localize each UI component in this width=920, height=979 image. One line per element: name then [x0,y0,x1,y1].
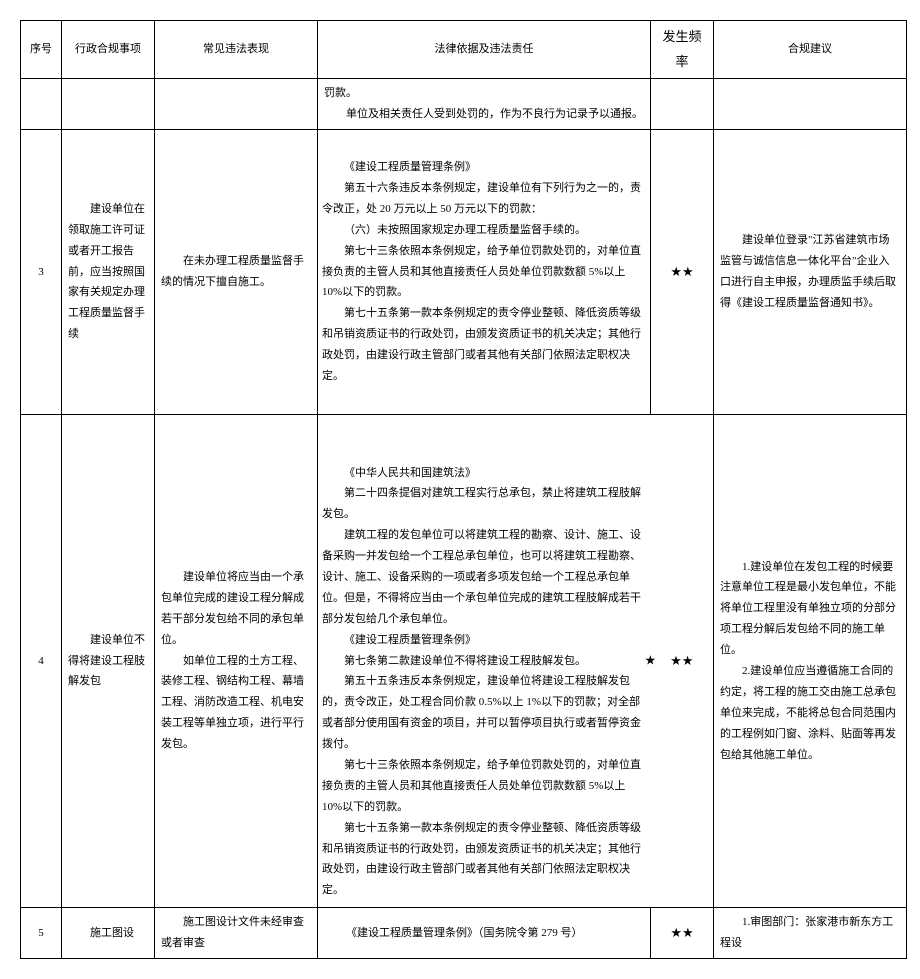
legal-line: 单位及相关责任人受到处罚的，作为不良行为记录予以通报。 [324,104,644,125]
cell-suggest: 1.建设单位在发包工程的时候要注意单位工程是最小发包单位，不能将单位工程里没有单… [714,414,907,907]
header-violation: 常见违法表现 [155,21,318,79]
legal-line: 第七十五条第一款本条例规定的责令停业整顿、降低资质等级和吊销资质证书的行政处罚，… [322,303,646,387]
cell-violation: 建设单位将应当由一个承包单位完成的建设工程分解成若干部分发包给不同的承包单位。 … [155,414,318,907]
legal-line: 第七十三条依照本条例规定，给予单位罚款处罚的，对单位直接负责的主管人员和其他直接… [322,755,647,818]
matter-text: 建设单位不得将建设工程肢解发包 [68,630,148,693]
header-freq: 发生频率 [651,21,714,79]
compliance-table: 序号 行政合规事项 常见违法表现 法律依据及违法责任 发生频率 合规建议 罚款。… [20,20,907,959]
header-suggest: 合规建议 [714,21,907,79]
matter-text: 施工图设 [68,923,148,944]
cell-seq: 4 [21,414,62,907]
table-row: 罚款。 单位及相关责任人受到处罚的，作为不良行为记录予以通报。 [21,79,907,130]
cell-legal: 《建设工程质量管理条例》 第五十六条违反本条例规定，建设单位有下列行为之一的，责… [318,130,651,415]
legal-line: （六）未按照国家规定办理工程质量监督手续的。 [322,220,646,241]
cell-seq: 3 [21,130,62,415]
suggest-line: 2.建设单位应当遵循施工合同的约定，将工程的施工交由施工总承包单位来完成，不能将… [720,661,900,765]
cell-legal: 《建设工程质量管理条例》（国务院令第 279 号） [318,908,651,959]
legal-line: 第五十六条违反本条例规定，建设单位有下列行为之一的，责令改正，处 20 万元以上… [322,178,646,220]
cell-suggest [714,79,907,130]
cell-matter [62,79,155,130]
legal-line: 第七十五条第一款本条例规定的责令停业整顿、降低资质等级和吊销资质证书的行政处罚，… [322,818,647,902]
cell-matter: 建设单位在领取施工许可证或者开工报告前，应当按照国家有关规定办理工程质量监督手续 [62,130,155,415]
legal-line: 《建设工程质量管理条例》 [322,630,647,651]
cell-suggest: 1.审图部门：张家港市新东方工程设 [714,908,907,959]
freq-star-right: ★★ [670,653,693,668]
legal-line: 建筑工程的发包单位可以将建筑工程的勘察、设计、施工、设备采购一并发包给一个工程总… [322,525,647,629]
cell-seq: 5 [21,908,62,959]
freq-star-left: ★ [645,649,657,674]
cell-matter: 建设单位不得将建设工程肢解发包 [62,414,155,907]
table-header-row: 序号 行政合规事项 常见违法表现 法律依据及违法责任 发生频率 合规建议 [21,21,907,79]
cell-suggest: 建设单位登录"江苏省建筑市场监管与诚信信息一体化平台"企业入口进行自主申报，办理… [714,130,907,415]
legal-text: 《建设工程质量管理条例》（国务院令第 279 号） [324,923,644,944]
header-legal: 法律依据及违法责任 [318,21,651,79]
cell-legal: 罚款。 单位及相关责任人受到处罚的，作为不良行为记录予以通报。 [318,79,651,130]
legal-line: 第七条第二款建设单位不得将建设工程肢解发包。 [322,651,647,672]
violation-text: 在未办理工程质量监督手续的情况下擅自施工。 [161,251,311,293]
cell-freq: ★★ [651,908,714,959]
cell-matter: 施工图设 [62,908,155,959]
violation-text: 施工图设计文件未经审查或者审查 [161,912,311,954]
legal-line: 罚款。 [324,87,357,99]
table-row: 3 建设单位在领取施工许可证或者开工报告前，应当按照国家有关规定办理工程质量监督… [21,130,907,415]
legal-line: 第七十三条依照本条例规定，给予单位罚款处罚的，对单位直接负责的主管人员和其他直接… [322,241,646,304]
legal-line: 《建设工程质量管理条例》 [322,157,646,178]
header-matter: 行政合规事项 [62,21,155,79]
header-seq: 序号 [21,21,62,79]
cell-violation: 在未办理工程质量监督手续的情况下擅自施工。 [155,130,318,415]
cell-violation [155,79,318,130]
cell-legal: 《中华人民共和国建筑法》 第二十四条提倡对建筑工程实行总承包，禁止将建筑工程肢解… [318,414,651,907]
cell-freq [651,79,714,130]
legal-line: 《中华人民共和国建筑法》 [322,463,647,484]
table-row: 5 施工图设 施工图设计文件未经审查或者审查 《建设工程质量管理条例》（国务院令… [21,908,907,959]
violation-line: 建设单位将应当由一个承包单位完成的建设工程分解成若干部分发包给不同的承包单位。 [161,567,311,651]
legal-line: 第五十五条违反本条例规定，建设单位将建设工程肢解发包的，责令改正，处工程合同价款… [322,671,647,755]
suggest-text: 1.审图部门：张家港市新东方工程设 [720,912,900,954]
legal-line: 第二十四条提倡对建筑工程实行总承包，禁止将建筑工程肢解发包。 [322,483,647,525]
cell-freq: ★★ [651,130,714,415]
violation-line: 如单位工程的土方工程、装修工程、钢结构工程、幕墙工程、消防改造工程、机电安装工程… [161,651,311,755]
suggest-text: 建设单位登录"江苏省建筑市场监管与诚信信息一体化平台"企业入口进行自主申报，办理… [720,230,900,314]
cell-violation: 施工图设计文件未经审查或者审查 [155,908,318,959]
suggest-line: 1.建设单位在发包工程的时候要注意单位工程是最小发包单位，不能将单位工程里没有单… [720,557,900,661]
table-row: 4 建设单位不得将建设工程肢解发包 建设单位将应当由一个承包单位完成的建设工程分… [21,414,907,907]
cell-seq [21,79,62,130]
cell-freq: ★ ★★ [651,414,714,907]
matter-text: 建设单位在领取施工许可证或者开工报告前，应当按照国家有关规定办理工程质量监督手续 [68,199,148,345]
